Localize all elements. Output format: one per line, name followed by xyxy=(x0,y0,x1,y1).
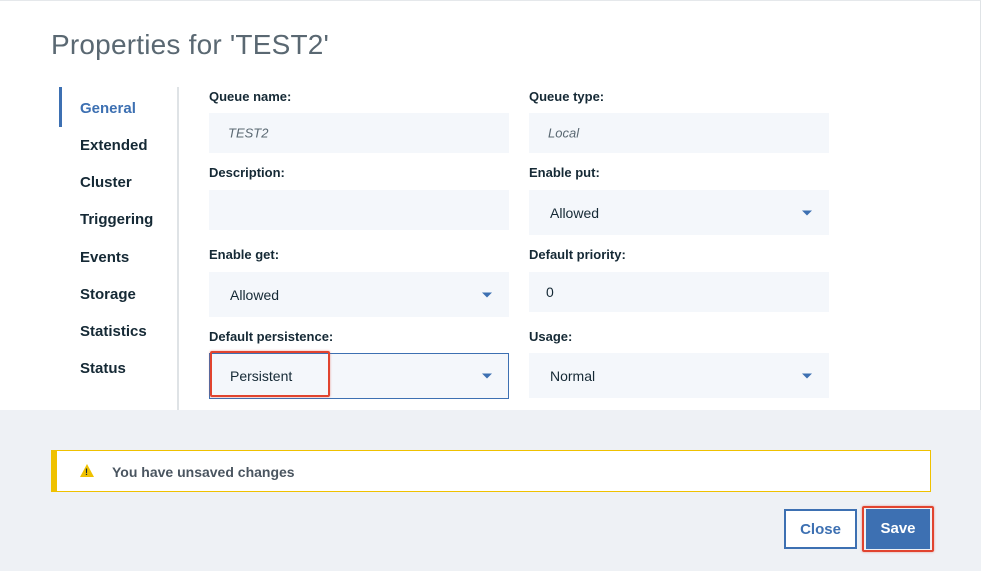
queue-type-label: Queue type: xyxy=(529,89,605,104)
usage-value: Normal xyxy=(550,367,596,384)
default-persistence-label: Default persistence: xyxy=(209,329,334,344)
properties-nav: General Extended Cluster Triggering Even… xyxy=(59,87,179,410)
enable-put-label: Enable put: xyxy=(529,165,600,180)
nav-active-indicator xyxy=(59,87,62,127)
description-label: Description: xyxy=(209,165,285,180)
unsaved-changes-notification: ! You have unsaved changes xyxy=(51,450,931,492)
enable-put-select[interactable]: Allowed xyxy=(529,190,829,235)
nav-item-extended[interactable]: Extended xyxy=(80,137,148,154)
usage-select[interactable]: Normal xyxy=(529,353,829,398)
queue-type-field: Local xyxy=(529,113,829,153)
default-priority-label: Default priority: xyxy=(529,247,626,262)
enable-get-label: Enable get: xyxy=(209,247,280,262)
default-priority-value: 0 xyxy=(546,284,554,300)
enable-put-value: Allowed xyxy=(550,204,600,221)
close-button[interactable]: Close xyxy=(784,509,857,549)
warning-triangle-icon: ! xyxy=(80,464,94,477)
chevron-down-icon xyxy=(802,210,812,215)
chevron-down-icon xyxy=(802,373,812,378)
nav-item-cluster[interactable]: Cluster xyxy=(80,174,132,191)
persistence-highlight-box xyxy=(210,351,330,397)
default-priority-input[interactable]: 0 xyxy=(529,272,829,312)
usage-label: Usage: xyxy=(529,329,573,344)
enable-get-select[interactable]: Allowed xyxy=(209,272,509,317)
enable-get-value: Allowed xyxy=(230,286,280,303)
queue-name-field: TEST2 xyxy=(209,113,509,153)
nav-item-triggering[interactable]: Triggering xyxy=(80,211,153,228)
queue-type-value: Local xyxy=(548,125,580,141)
queue-name-value: TEST2 xyxy=(228,125,269,141)
dialog-title: Properties for 'TEST2' xyxy=(51,29,330,60)
nav-item-statistics[interactable]: Statistics xyxy=(80,323,147,340)
queue-name-label: Queue name: xyxy=(209,89,292,104)
nav-item-events[interactable]: Events xyxy=(80,249,129,266)
nav-item-status[interactable]: Status xyxy=(80,360,126,377)
chevron-down-icon xyxy=(482,373,492,379)
chevron-down-icon xyxy=(482,292,492,297)
nav-item-storage[interactable]: Storage xyxy=(80,286,136,303)
description-input[interactable] xyxy=(209,190,509,230)
warning-text: You have unsaved changes xyxy=(112,464,295,480)
nav-item-general[interactable]: General xyxy=(80,100,136,117)
properties-dialog: Properties for 'TEST2' General Extended … xyxy=(0,0,981,571)
save-highlight-box xyxy=(862,506,934,552)
